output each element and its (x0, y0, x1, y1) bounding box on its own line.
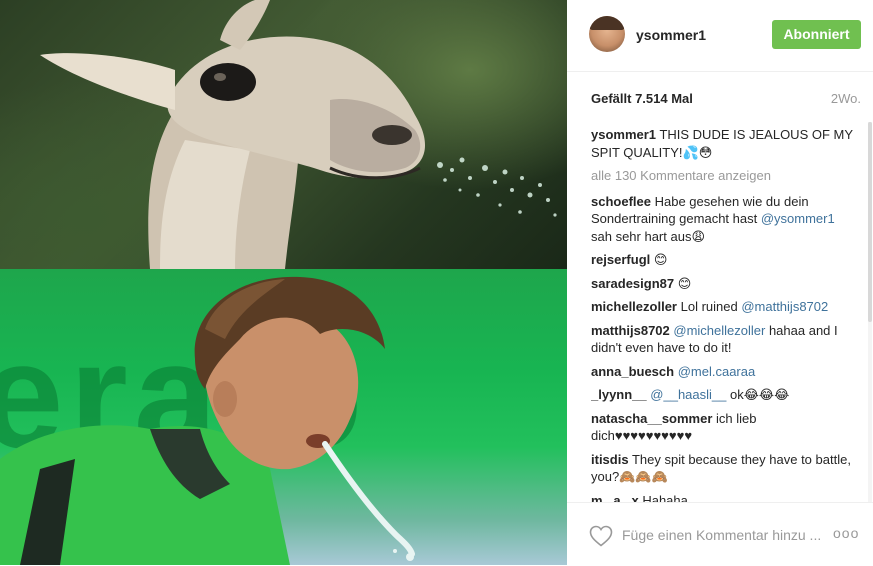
comment-mention[interactable]: @michellezoller (673, 323, 765, 338)
post-header: ysommer1 Abonniert (567, 0, 873, 72)
comment-text: Lol ruined (680, 299, 742, 314)
llama-illustration (40, 0, 557, 269)
heart-icon[interactable] (589, 525, 613, 547)
comment-username[interactable]: matthijs8702 (591, 323, 670, 338)
llama-photo-panel (0, 0, 567, 269)
player-illustration (0, 276, 415, 565)
player-photo-panel: eralo (0, 269, 567, 565)
comment-username[interactable]: _lyynn__ (591, 387, 647, 402)
caption-username[interactable]: ysommer1 (591, 127, 656, 142)
list-item: michellezoller Lol ruined @matthijs8702 (591, 298, 853, 316)
load-more-comments[interactable]: alle 130 Kommentare anzeigen (591, 167, 853, 185)
follow-button[interactable]: Abonniert (772, 20, 861, 49)
list-item: rejserfugl 😊 (591, 251, 853, 269)
comment-username[interactable]: michellezoller (591, 299, 677, 314)
comment-mention[interactable]: @ysommer1 (761, 211, 835, 226)
caption: ysommer1 THIS DUDE IS JEALOUS OF MY SPIT… (591, 126, 853, 161)
comment-username[interactable]: saradesign87 (591, 276, 674, 291)
comment-username[interactable]: rejserfugl (591, 252, 650, 267)
comment-text-after: sah sehr hart aus😩 (591, 228, 705, 244)
list-item: matthijs8702 @michellezoller hahaa and I… (591, 322, 853, 357)
list-item: schoeflee Habe gesehen wie du dein Sonde… (591, 193, 853, 246)
comment-username[interactable]: itisdis (591, 452, 629, 467)
comment-mention[interactable]: @matthijs8702 (741, 299, 828, 314)
post-time[interactable]: 2Wo. (831, 91, 861, 106)
comment-mention[interactable]: @mel.caaraa (678, 364, 756, 379)
list-item: anna_buesch @mel.caaraa (591, 363, 853, 381)
scrollbar-thumb[interactable] (868, 122, 872, 322)
add-comment-input[interactable]: Füge einen Kommentar hinzu ... (622, 527, 821, 543)
avatar-hair (589, 16, 625, 30)
comment-footer: Füge einen Kommentar hinzu ... ooo (567, 502, 873, 566)
comment-text: 😊 (653, 252, 668, 267)
comments-list: ysommer1 THIS DUDE IS JEALOUS OF MY SPIT… (591, 126, 853, 503)
post-side-panel: ysommer1 Abonniert Gefällt 7.514 Mal 2Wo… (567, 0, 873, 565)
likes-row: Gefällt 7.514 Mal 2Wo. (591, 91, 861, 109)
avatar[interactable] (589, 16, 625, 52)
comment-text: They spit because they have to battle, y… (591, 451, 851, 485)
list-item: natascha__sommer ich lieb dich♥♥♥♥♥♥♥♥♥♥ (591, 410, 853, 445)
post-author-username[interactable]: ysommer1 (636, 27, 706, 43)
comments-scrollbar[interactable] (868, 122, 872, 502)
comment-username[interactable]: natascha__sommer (591, 411, 712, 426)
comment-text: 😊 (677, 275, 692, 291)
more-options-icon[interactable]: ooo (833, 525, 861, 545)
post-photo[interactable]: eralo (0, 0, 567, 565)
likes-count[interactable]: Gefällt 7.514 Mal (591, 91, 693, 106)
comment-username[interactable]: anna_buesch (591, 364, 674, 379)
list-item: _lyynn__ @__haasli__ ok😂😂😂 (591, 386, 853, 404)
list-item: saradesign87 😊 (591, 275, 853, 293)
comment-username[interactable]: schoeflee (591, 194, 651, 209)
comment-mention[interactable]: @__haasli__ (650, 387, 726, 402)
comment-text-after: ok😂😂😂 (726, 387, 790, 402)
list-item: itisdis They spit because they have to b… (591, 451, 853, 486)
